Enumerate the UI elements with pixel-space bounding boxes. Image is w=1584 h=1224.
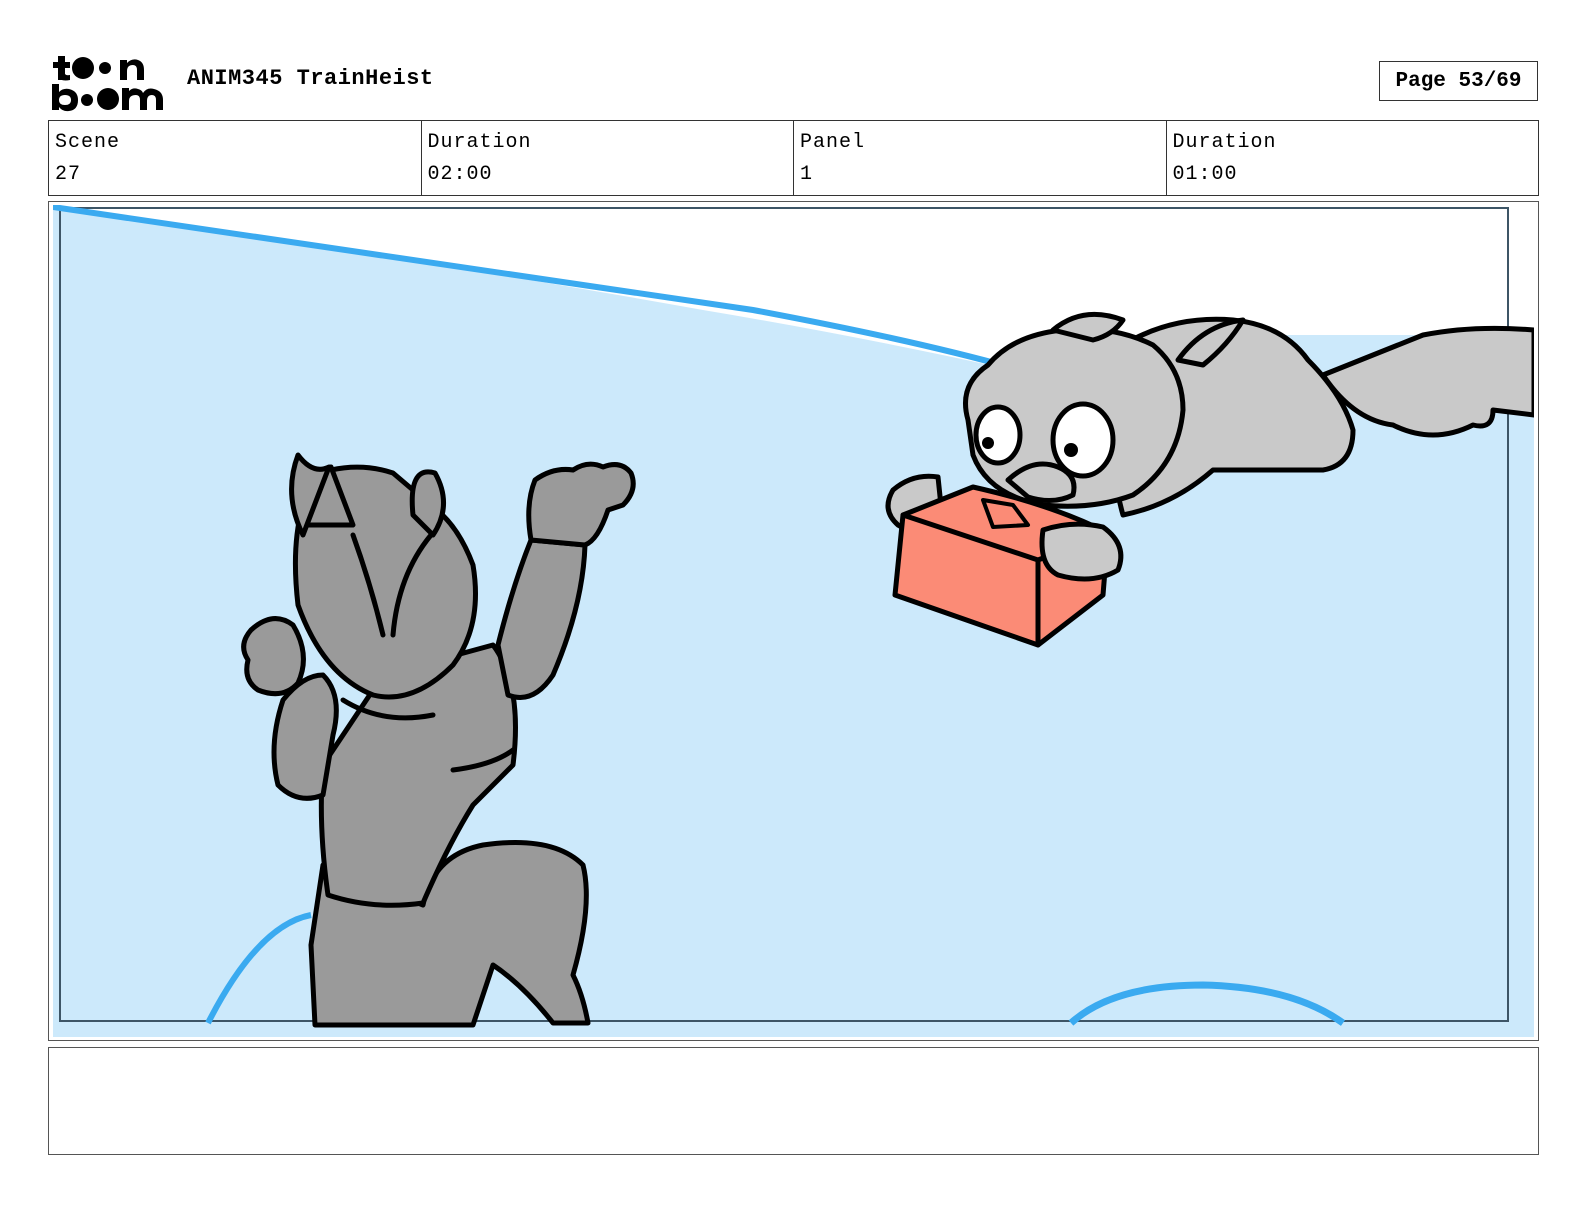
- storyboard-panel-image: [53, 205, 1534, 1037]
- scene-label: Scene: [55, 131, 121, 154]
- scene-duration-value: 02:00: [427, 163, 493, 186]
- page-indicator: Page 53/69: [1379, 61, 1538, 101]
- scene-value: 27: [55, 163, 82, 186]
- scene-cell: Scene 27: [49, 121, 422, 195]
- toon-boom-logo: [52, 56, 163, 112]
- panel-duration-cell: Duration 01:00: [1167, 121, 1539, 195]
- panel-value: 1: [800, 163, 814, 186]
- scene-info-table: Scene 27 Duration 02:00 Panel 1 Duration…: [48, 120, 1539, 196]
- scene-duration-label: Duration: [427, 131, 532, 154]
- panel-cell: Panel 1: [794, 121, 1167, 195]
- panel-notes-box: [48, 1047, 1539, 1155]
- page-indicator-label: Page 53/69: [1395, 69, 1522, 93]
- panel-notes-text: [49, 1048, 1538, 1064]
- panel-duration-label: Duration: [1172, 131, 1277, 154]
- project-title: ANIM345 TrainHeist: [187, 66, 434, 91]
- panel-label: Panel: [800, 131, 866, 154]
- panel-duration-value: 01:00: [1172, 163, 1238, 186]
- scene-duration-cell: Duration 02:00: [422, 121, 794, 195]
